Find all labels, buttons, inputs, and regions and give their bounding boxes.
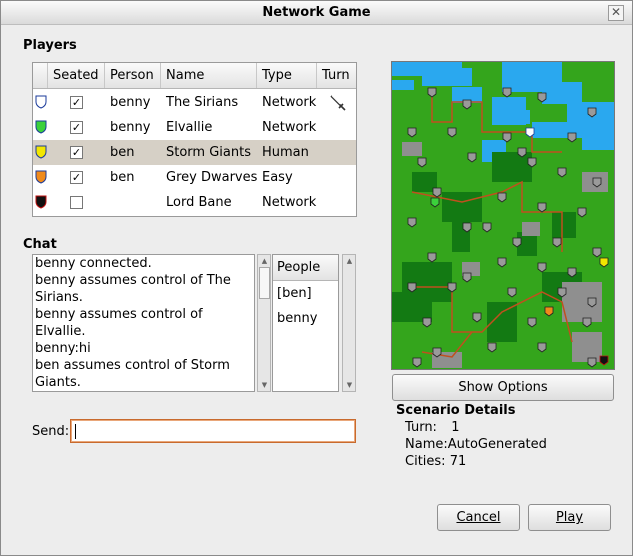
shield-black-icon bbox=[35, 195, 47, 209]
cities-label: Cities: bbox=[405, 454, 446, 469]
chat-scroll-thumb[interactable] bbox=[259, 267, 270, 299]
scenario-details-title: Scenario Details bbox=[396, 403, 516, 418]
scroll-up-icon[interactable]: ▲ bbox=[259, 256, 270, 266]
player-person: ben bbox=[110, 170, 135, 185]
cancel-label: Cancel bbox=[456, 510, 501, 525]
player-person: benny bbox=[110, 120, 151, 135]
people-item[interactable]: [ben] bbox=[273, 281, 338, 306]
chat-scrollbar[interactable]: ▲ ▼ bbox=[257, 254, 271, 392]
cities-value: 71 bbox=[449, 454, 467, 469]
send-input[interactable] bbox=[70, 419, 356, 443]
chat-line: Giants. bbox=[35, 375, 81, 390]
sword-icon bbox=[330, 95, 346, 111]
player-name: Grey Dwarves bbox=[166, 170, 258, 185]
people-header[interactable]: People bbox=[273, 255, 338, 281]
show-options-button[interactable]: Show Options bbox=[392, 374, 614, 401]
map-canvas bbox=[392, 62, 614, 369]
column-header-seated[interactable]: Seated bbox=[48, 63, 105, 88]
player-row[interactable]: Lord Bane Network bbox=[33, 190, 356, 215]
player-person: ben bbox=[110, 145, 135, 160]
seated-checkbox[interactable]: ✓ bbox=[70, 171, 83, 184]
map-water bbox=[542, 82, 582, 104]
scroll-down-icon[interactable]: ▼ bbox=[344, 380, 355, 390]
shield-orange-icon bbox=[35, 170, 47, 184]
turn-label: Turn: bbox=[405, 420, 437, 435]
name-label: Name: bbox=[405, 437, 448, 452]
players-table: Seated Person Name Type Turn ✓ benny The S… bbox=[32, 62, 357, 217]
chat-log[interactable]: benny connected. benny assumes control of… bbox=[32, 254, 255, 392]
map-hills bbox=[402, 142, 422, 156]
column-header-person[interactable]: Person bbox=[105, 63, 161, 88]
players-table-header: Seated Person Name Type Turn bbox=[33, 63, 356, 89]
player-person: benny bbox=[110, 95, 151, 110]
close-icon: ✕ bbox=[610, 5, 622, 19]
chat-line: Sirians. bbox=[35, 290, 83, 305]
player-type[interactable]: Human bbox=[262, 140, 309, 165]
player-name: Storm Giants bbox=[166, 145, 251, 160]
text-caret bbox=[75, 424, 76, 439]
chat-line: ben:hello! bbox=[33, 391, 254, 392]
map-forest bbox=[392, 292, 432, 322]
network-game-window: Network Game ✕ Players Seated Person Nam… bbox=[0, 0, 633, 556]
chat-line: benny:hi bbox=[35, 341, 91, 356]
play-button[interactable]: Play bbox=[528, 504, 611, 531]
player-name: Lord Bane bbox=[166, 195, 232, 210]
shield-green-icon bbox=[35, 120, 47, 134]
turn-value: 1 bbox=[451, 420, 460, 435]
title-bar: Network Game ✕ bbox=[1, 1, 632, 25]
column-header-type[interactable]: Type bbox=[257, 63, 317, 88]
player-name: The Sirians bbox=[166, 95, 239, 110]
chat-line: ben assumes control of Storm bbox=[35, 358, 230, 373]
map-water bbox=[392, 80, 414, 90]
column-header-shield[interactable] bbox=[33, 63, 48, 88]
player-row[interactable]: ✓ ben Storm Giants Human bbox=[33, 140, 356, 165]
player-row[interactable]: ✓ benny Elvallie Network bbox=[33, 115, 356, 140]
people-list: People [ben] benny bbox=[272, 254, 339, 392]
map-forest bbox=[552, 212, 576, 238]
player-type[interactable]: Network bbox=[262, 190, 316, 215]
play-label: Play bbox=[555, 510, 584, 525]
chat-line: benny assumes control of Elvallie. bbox=[35, 307, 203, 339]
map-water bbox=[422, 68, 472, 86]
cancel-button[interactable]: Cancel bbox=[437, 504, 520, 531]
column-header-turn[interactable]: Turn bbox=[317, 63, 356, 88]
chat-line: benny assumes control of The bbox=[35, 273, 231, 288]
map-hills bbox=[572, 332, 602, 362]
map-water bbox=[512, 110, 530, 124]
chat-line: benny connected. bbox=[35, 256, 152, 271]
map-forest bbox=[492, 152, 532, 182]
players-label: Players bbox=[23, 38, 77, 53]
scenario-turn: Turn: 1 bbox=[405, 420, 460, 435]
seated-checkbox[interactable]: ✓ bbox=[70, 146, 83, 159]
player-row[interactable]: ✓ benny The Sirians Network bbox=[33, 90, 356, 115]
scroll-down-icon[interactable]: ▼ bbox=[259, 380, 270, 390]
map-water bbox=[582, 132, 614, 150]
shield-white-icon bbox=[35, 95, 47, 109]
send-label: Send: bbox=[32, 424, 70, 439]
seated-checkbox[interactable]: ✓ bbox=[70, 96, 83, 109]
scenario-name: Name:AutoGenerated bbox=[405, 437, 547, 452]
map-hills bbox=[522, 222, 540, 236]
people-item[interactable]: benny bbox=[273, 306, 338, 331]
chat-label: Chat bbox=[23, 237, 57, 252]
people-scrollbar[interactable]: ▲ ▼ bbox=[342, 254, 356, 392]
map-water bbox=[532, 122, 572, 138]
scenario-cities: Cities: 71 bbox=[405, 454, 466, 469]
player-type[interactable]: Easy bbox=[262, 165, 293, 190]
seated-checkbox[interactable] bbox=[70, 196, 83, 209]
player-type[interactable]: Network bbox=[262, 90, 316, 115]
player-type[interactable]: Network bbox=[262, 115, 316, 140]
player-row[interactable]: ✓ ben Grey Dwarves Easy bbox=[33, 165, 356, 190]
seated-checkbox[interactable]: ✓ bbox=[70, 121, 83, 134]
window-title: Network Game bbox=[262, 5, 371, 20]
column-header-name[interactable]: Name bbox=[161, 63, 257, 88]
scroll-up-icon[interactable]: ▲ bbox=[344, 256, 355, 266]
close-button[interactable]: ✕ bbox=[608, 5, 624, 21]
player-name: Elvallie bbox=[166, 120, 213, 135]
shield-yellow-icon bbox=[35, 145, 47, 159]
scenario-map[interactable] bbox=[391, 61, 615, 370]
name-value: AutoGenerated bbox=[447, 437, 547, 452]
